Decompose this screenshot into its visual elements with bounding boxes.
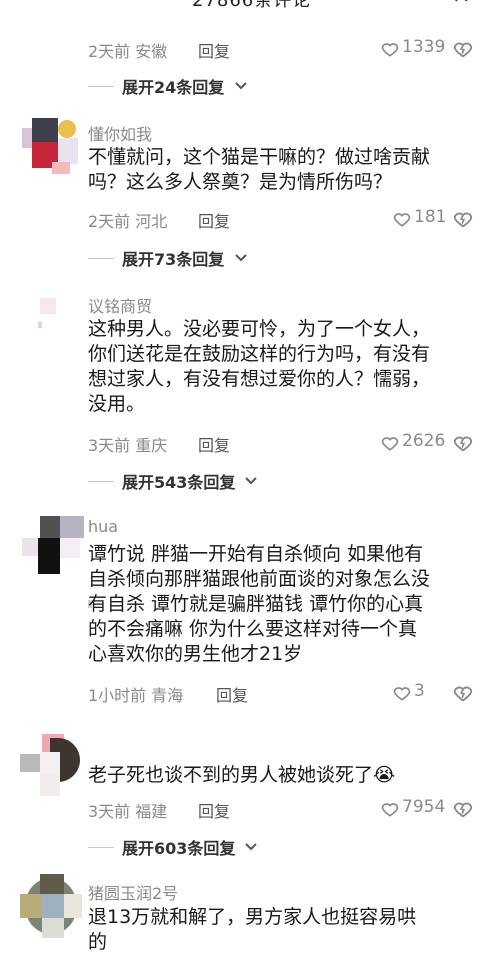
expand-replies-label: 展开24条回复	[122, 78, 225, 97]
expand-replies-label: 展开73条回复	[122, 250, 225, 269]
divider-line	[88, 481, 114, 482]
dislike-icon[interactable]	[452, 208, 474, 230]
divider-line	[88, 258, 114, 259]
dislike-icon[interactable]	[452, 682, 474, 704]
comment-meta: 3天前 福建 回复	[88, 798, 248, 824]
username[interactable]: 猪圆玉润2号	[88, 880, 178, 904]
username[interactable]: 懂你如我	[88, 121, 152, 145]
comment-text: 不懂就问，这个猫是干嘛的？做过啥贡献 吗？这么多人祭奠？是为情所伤吗？	[88, 145, 488, 195]
comment-time-location: 2天前 安徽	[88, 42, 168, 61]
chevron-down-icon	[235, 254, 247, 262]
comment-line: 退13万就和解了，男方家人也挺容易哄	[88, 906, 417, 928]
reply-button[interactable]: 回复	[198, 208, 230, 232]
like-button[interactable]: 7954	[380, 797, 452, 821]
username[interactable]: 议铭商贸	[88, 293, 152, 317]
comment-text: 退13万就和解了，男方家人也挺容易哄 的	[88, 905, 488, 955]
comment-time-location: 1小时前 青海	[88, 686, 184, 705]
expand-replies[interactable]: 展开73条回复	[88, 246, 288, 270]
expand-replies[interactable]: 展开543条回复	[88, 469, 298, 493]
divider-line	[88, 847, 114, 848]
comment-line: 自杀倾向那胖猫跟他前面谈的对象怎么没	[88, 568, 431, 590]
heart-icon	[381, 803, 399, 817]
comment-text: 谭竹说 胖猫一开始有自杀倾向 如果他有 自杀倾向那胖猫跟他前面谈的对象怎么没 有…	[88, 542, 488, 667]
heart-icon	[381, 43, 399, 57]
comment-line: 没用。	[88, 393, 146, 415]
avatar[interactable]	[22, 118, 78, 174]
comment-time-location: 3天前 重庆	[88, 436, 168, 455]
comment-meta: 3天前 重庆 回复	[88, 432, 248, 458]
comment-line: 心喜欢你的男生他才21岁	[88, 643, 303, 665]
expand-replies-label: 展开543条回复	[122, 473, 236, 492]
minimize-button[interactable]: —	[400, 0, 418, 7]
comment-line: 这种男人。没必要可怜，为了一个女人，	[88, 318, 431, 340]
comment-time-location: 2天前 河北	[88, 212, 168, 231]
avatar[interactable]	[18, 516, 92, 616]
reply-button[interactable]: 回复	[198, 38, 230, 62]
expand-replies-label: 展开603条回复	[122, 839, 236, 858]
like-button[interactable]: 1339	[380, 37, 450, 61]
like-count: 3	[414, 681, 425, 701]
like-button[interactable]: 2626	[380, 431, 452, 455]
comment-line: 老子死也谈不到的男人被她谈死了😭	[88, 763, 488, 788]
comment-line: 想过家人，有没有想过爱你的人？懦弱，	[88, 368, 431, 390]
reply-button[interactable]: 回复	[198, 432, 230, 456]
like-count: 181	[414, 207, 447, 227]
dislike-icon[interactable]	[452, 432, 474, 454]
avatar[interactable]	[20, 734, 80, 798]
heart-icon	[393, 687, 411, 701]
chevron-down-icon	[245, 843, 257, 851]
reply-button[interactable]: 回复	[216, 682, 248, 706]
expand-replies[interactable]: 展开24条回复	[88, 74, 288, 98]
comment-text: 这种男人。没必要可怜，为了一个女人， 你们送花是在鼓励这样的行为吗，有没有 想过…	[88, 317, 488, 417]
expand-replies[interactable]: 展开603条回复	[88, 835, 298, 859]
comment-text: 老子死也谈不到的男人被她谈死了😭	[88, 763, 488, 788]
comment-line: 的	[88, 931, 108, 953]
like-button[interactable]: 181	[392, 207, 452, 231]
comment-line: 不懂就问，这个猫是干嘛的？做过啥贡献	[88, 146, 431, 168]
comments-header: 27866条评论 — ✕	[0, 0, 500, 11]
comment-line-text: 老子死也谈不到的男人被她谈死了	[88, 764, 374, 786]
reply-button[interactable]: 回复	[198, 798, 230, 822]
comment-meta: 2天前 河北 回复	[88, 208, 248, 234]
comment-line: 吗？这么多人祭奠？是为情所伤吗？	[88, 171, 393, 193]
comment-meta: 2天前 安徽 回复	[88, 38, 248, 64]
comment-meta: 1小时前 青海 回复	[88, 682, 268, 708]
avatar[interactable]	[20, 874, 82, 940]
like-button[interactable]: 3	[392, 681, 432, 705]
comment-count-title: 27866条评论	[192, 0, 312, 11]
username[interactable]: hua	[88, 517, 118, 536]
chevron-down-icon	[245, 477, 257, 485]
comment-line: 有自杀 谭竹就是骗胖猫钱 谭竹你的心真	[88, 593, 424, 615]
heart-icon	[393, 213, 411, 227]
crying-emoji: 😭	[373, 764, 396, 786]
heart-icon	[381, 437, 399, 451]
divider-line	[88, 86, 114, 87]
comment-time-location: 3天前 福建	[88, 802, 168, 821]
chevron-down-icon	[235, 82, 247, 90]
like-count: 1339	[402, 37, 446, 57]
like-count: 7954	[402, 797, 446, 817]
comment-line: 你们送花是在鼓励这样的行为吗，有没有	[88, 343, 431, 365]
avatar[interactable]	[22, 292, 78, 348]
comment-line: 的不会痛嘛 你为什么要这样对待一个真	[88, 618, 418, 640]
dislike-icon[interactable]	[452, 798, 474, 820]
dislike-icon[interactable]	[452, 38, 474, 60]
comment-line: 谭竹说 胖猫一开始有自杀倾向 如果他有	[88, 543, 424, 565]
like-count: 2626	[402, 431, 446, 451]
close-button[interactable]: ✕	[452, 0, 470, 9]
